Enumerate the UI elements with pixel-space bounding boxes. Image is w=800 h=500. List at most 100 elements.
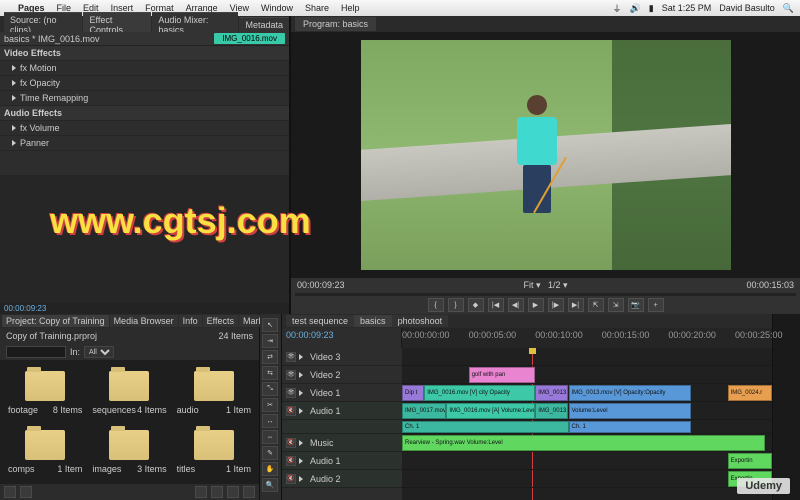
mark-out-button[interactable]: }: [448, 298, 464, 312]
eye-icon[interactable]: 👁: [286, 388, 296, 398]
slide-tool[interactable]: ⇔: [262, 430, 278, 444]
tab-sequence-basics[interactable]: basics: [354, 315, 392, 327]
tab-program[interactable]: Program: basics: [295, 17, 376, 31]
volume-icon[interactable]: 🔊: [630, 3, 641, 14]
track-header-v1[interactable]: 👁Video 1: [282, 384, 402, 402]
audio-effects-section[interactable]: Audio Effects: [0, 106, 289, 121]
settings-button[interactable]: +: [648, 298, 664, 312]
add-marker-button[interactable]: ◆: [468, 298, 484, 312]
bin-comps[interactable]: comps1 Item: [4, 423, 86, 480]
bin-titles[interactable]: titles1 Item: [173, 423, 255, 480]
rate-stretch-tool[interactable]: ⤡: [262, 382, 278, 396]
play-button[interactable]: ▶: [528, 298, 544, 312]
wifi-icon[interactable]: ⏚: [613, 2, 622, 15]
track-header-v3[interactable]: 👁Video 3: [282, 348, 402, 366]
clip-ch1-right[interactable]: Ch. 1: [569, 421, 691, 433]
tab-metadata[interactable]: Metadata: [239, 17, 289, 32]
timeline-clip-chip[interactable]: IMG_0016.mov: [214, 33, 285, 44]
tab-info[interactable]: Info: [179, 315, 202, 327]
lift-button[interactable]: ⇱: [588, 298, 604, 312]
timeline-ruler[interactable]: 00:00:00:00 00:00:05:00 00:00:10:00 00:0…: [402, 328, 772, 348]
eye-icon[interactable]: 👁: [286, 352, 296, 362]
tab-effects[interactable]: Effects: [203, 315, 238, 327]
track-header-a1[interactable]: 🔇Audio 1: [282, 402, 402, 420]
resolution-dropdown[interactable]: 1/2: [548, 280, 561, 290]
icon-view-button[interactable]: [20, 486, 32, 498]
track-header-v2[interactable]: 👁Video 2: [282, 366, 402, 384]
bin-images[interactable]: images3 Items: [88, 423, 170, 480]
filter-dropdown[interactable]: All: [84, 346, 114, 358]
track-header-a3[interactable]: 🔇Audio 1: [282, 452, 402, 470]
mute-icon[interactable]: 🔇: [286, 438, 296, 448]
new-bin-button[interactable]: [195, 486, 207, 498]
timeline-tracks[interactable]: golf with pan Dip t IMG_0016.mov [V] cit…: [402, 348, 772, 500]
slip-tool[interactable]: ↔: [262, 414, 278, 428]
new-item-button[interactable]: [211, 486, 223, 498]
go-to-in-button[interactable]: |◀: [488, 298, 504, 312]
fx-motion[interactable]: fx Motion: [0, 61, 289, 76]
video-effects-section[interactable]: Video Effects: [0, 46, 289, 61]
mark-in-button[interactable]: {: [428, 298, 444, 312]
export-frame-button[interactable]: 📷: [628, 298, 644, 312]
ripple-edit-tool[interactable]: ⇄: [262, 350, 278, 364]
tab-sequence-photoshoot[interactable]: photoshoot: [392, 315, 449, 327]
spotlight-icon[interactable]: 🔍: [783, 3, 794, 14]
user-name[interactable]: David Basulto: [719, 3, 775, 13]
tab-media-browser[interactable]: Media Browser: [110, 315, 178, 327]
program-timecode-duration[interactable]: 00:00:15:03: [746, 280, 794, 291]
project-search-input[interactable]: [6, 346, 66, 358]
fx-panner[interactable]: Panner: [0, 136, 289, 151]
tab-project[interactable]: Project: Copy of Training: [2, 315, 109, 327]
clip-golf-with-pan[interactable]: golf with pan: [469, 367, 536, 383]
bin-sequences[interactable]: sequences4 Items: [88, 364, 170, 421]
clip-volume-level[interactable]: Volume:Level: [569, 403, 691, 419]
menu-help[interactable]: Help: [341, 3, 360, 13]
eye-icon[interactable]: 👁: [286, 370, 296, 380]
timeline-timecode[interactable]: 00:00:09:23: [282, 328, 402, 348]
selection-tool[interactable]: ↖: [262, 318, 278, 332]
mute-icon[interactable]: 🔇: [286, 474, 296, 484]
clip-music-rearview[interactable]: Rearview - Spring.wav Volume:Level: [402, 435, 765, 451]
bin-footage[interactable]: footage8 Items: [4, 364, 86, 421]
track-header-a4[interactable]: 🔇Audio 2: [282, 470, 402, 488]
track-header-music[interactable]: 🔇Music: [282, 434, 402, 452]
clip-img0016-a[interactable]: IMG_0016.mov [A] Volume:Level: [446, 403, 535, 419]
extract-button[interactable]: ⇲: [608, 298, 624, 312]
hand-tool[interactable]: ✋: [262, 462, 278, 476]
fx-volume[interactable]: fx Volume: [0, 121, 289, 136]
go-to-out-button[interactable]: ▶|: [568, 298, 584, 312]
clip-img0013-v2[interactable]: IMG_0013.mov [V] Opacity:Opacity: [569, 385, 691, 401]
clip-img0013-a[interactable]: IMG_0013.mov [A]: [535, 403, 568, 419]
program-monitor[interactable]: [291, 32, 800, 278]
program-scrubber[interactable]: [295, 293, 796, 296]
clock[interactable]: Sat 1:25 PM: [662, 3, 712, 13]
fx-opacity[interactable]: fx Opacity: [0, 76, 289, 91]
list-view-button[interactable]: [4, 486, 16, 498]
rolling-edit-tool[interactable]: ⇆: [262, 366, 278, 380]
find-button[interactable]: [243, 486, 255, 498]
clip-img0016-v[interactable]: IMG_0016.mov [V] city Opacity: [424, 385, 535, 401]
battery-icon[interactable]: ▮: [649, 3, 654, 14]
track-header-a1-ch[interactable]: [282, 420, 402, 434]
tab-sequence-test[interactable]: test sequence: [286, 315, 354, 327]
zoom-tool[interactable]: 🔍: [262, 478, 278, 492]
mute-icon[interactable]: 🔇: [286, 406, 296, 416]
program-timecode-current[interactable]: 00:00:09:23: [297, 280, 345, 291]
clip-img0017-a[interactable]: IMG_0017.mov [A]: [402, 403, 446, 419]
clip-dip[interactable]: Dip t: [402, 385, 424, 401]
track-select-tool[interactable]: ⇥: [262, 334, 278, 348]
delete-button[interactable]: [227, 486, 239, 498]
clip-export-a1[interactable]: Exportin: [728, 453, 772, 469]
razor-tool[interactable]: ✂: [262, 398, 278, 412]
step-forward-button[interactable]: |▶: [548, 298, 564, 312]
menu-share[interactable]: Share: [305, 3, 329, 13]
mute-icon[interactable]: 🔇: [286, 456, 296, 466]
bin-audio[interactable]: audio1 Item: [173, 364, 255, 421]
clip-img0013-v[interactable]: IMG_0013.mov [V]: [535, 385, 568, 401]
clip-img0024[interactable]: IMG_0024.r: [728, 385, 772, 401]
menu-window[interactable]: Window: [261, 3, 293, 13]
effect-panel-timecode[interactable]: 00:00:09:23: [0, 303, 289, 314]
step-back-button[interactable]: ◀|: [508, 298, 524, 312]
fit-dropdown[interactable]: Fit: [523, 280, 533, 290]
fx-time-remapping[interactable]: Time Remapping: [0, 91, 289, 106]
